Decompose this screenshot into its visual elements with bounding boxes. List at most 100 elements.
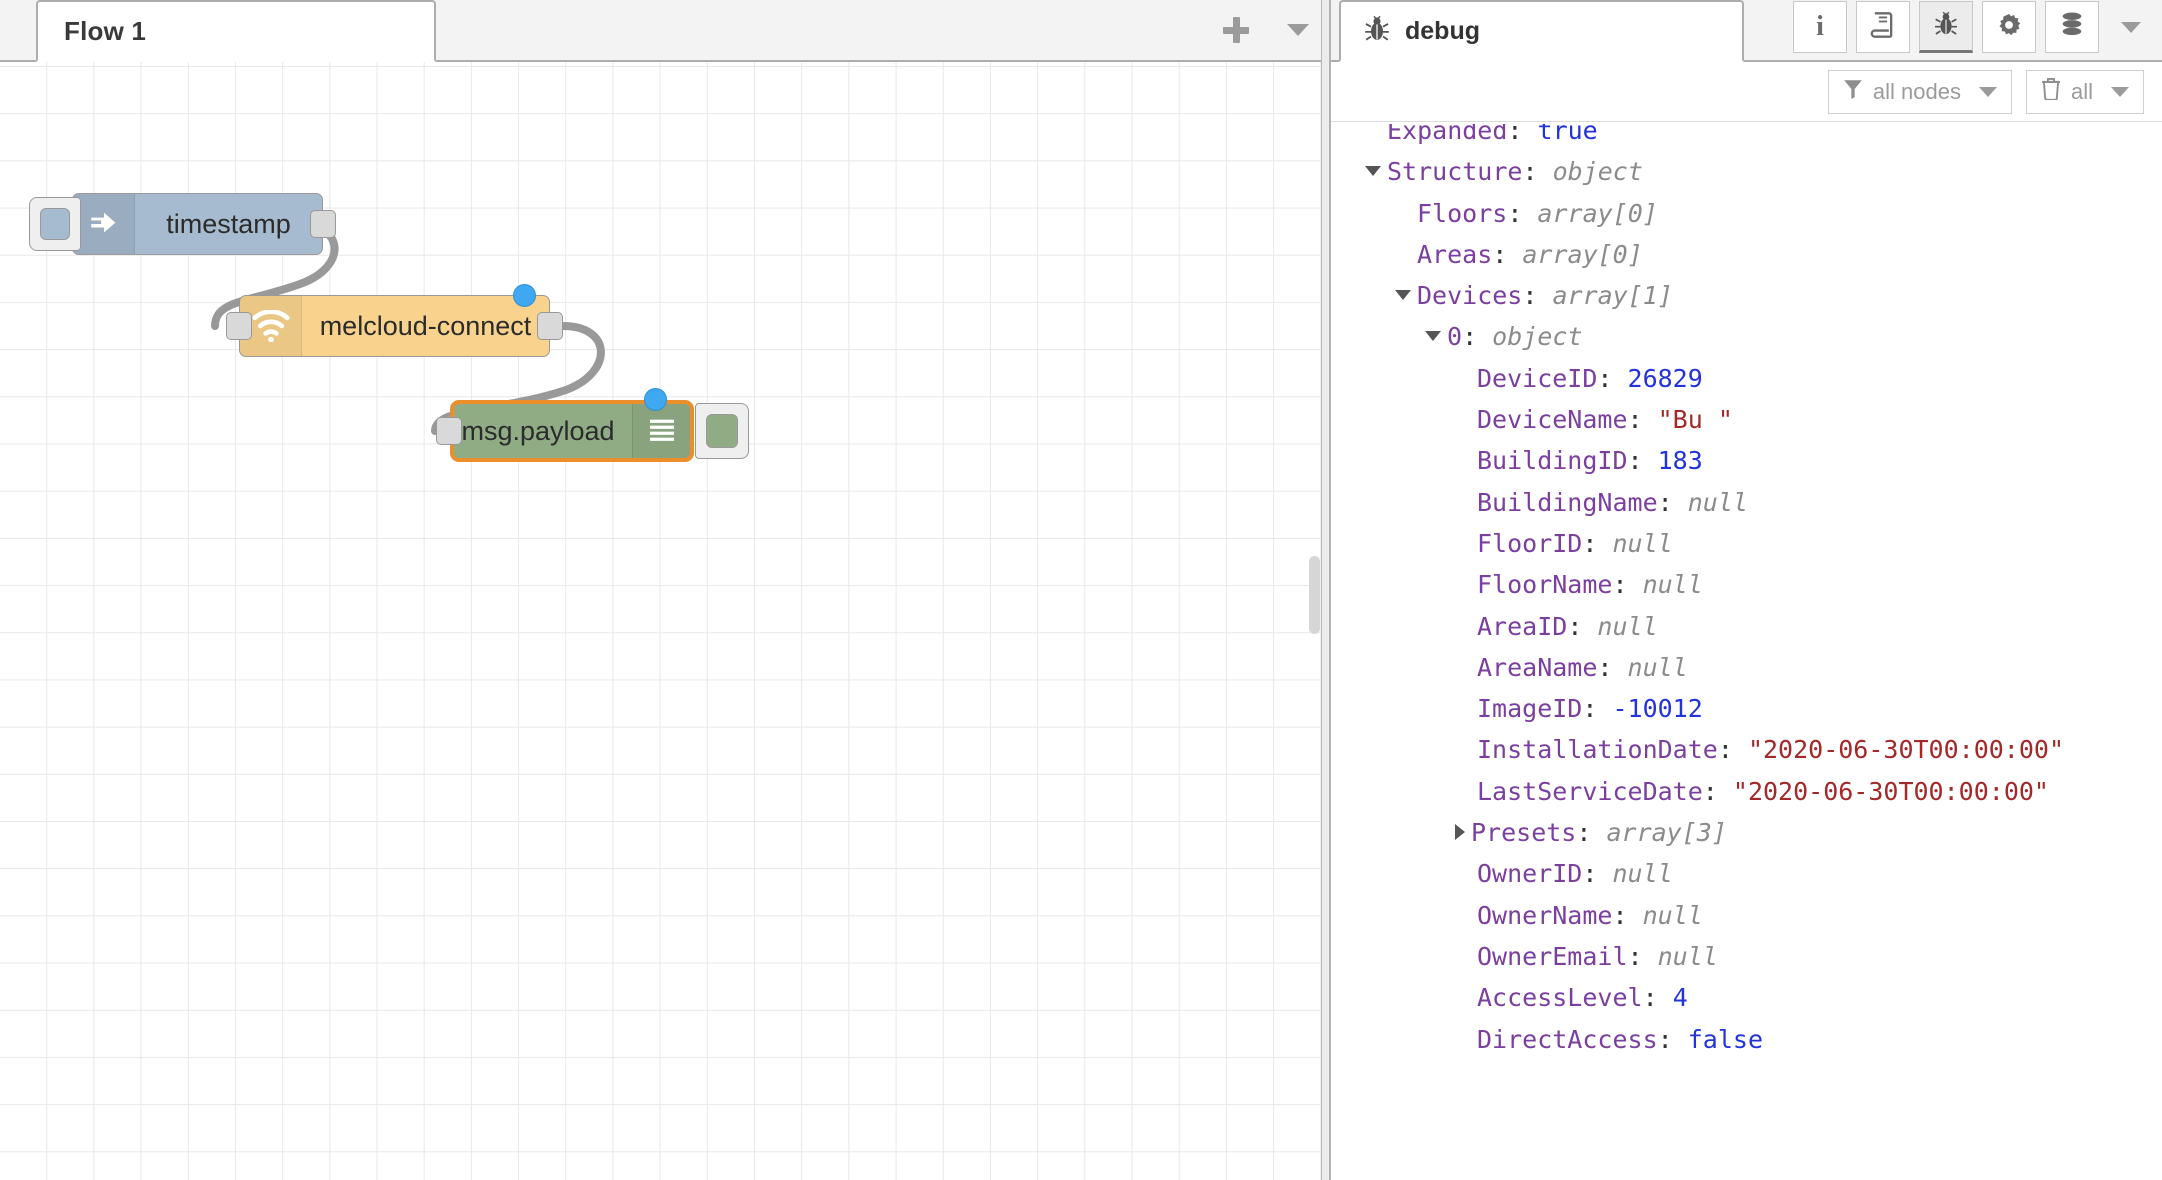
tree-twisty-collapsed[interactable] <box>1455 824 1465 841</box>
debug-key: LastServiceDate <box>1477 776 1703 806</box>
debug-key-separator: : <box>1492 239 1523 269</box>
debug-tree-row[interactable]: AccessLevel: 4 <box>1331 977 2162 1018</box>
debug-value: "2020-06-30T00:00:00" <box>1747 735 2065 765</box>
debug-key-separator: : <box>1507 124 1538 145</box>
debug-tree-row[interactable]: DirectAccess: false <box>1331 1019 2162 1060</box>
tree-twisty-expanded[interactable] <box>1395 290 1411 301</box>
debug-tree-row[interactable]: Floors: array[0] <box>1331 193 2162 234</box>
debug-key: FloorName <box>1477 570 1613 600</box>
debug-key: FloorID <box>1477 528 1583 558</box>
debug-tree-row[interactable]: 0: object <box>1331 316 2162 357</box>
debug-value: null <box>1612 528 1673 558</box>
debug-tree-row[interactable]: DeviceName: "Bu " <box>1331 399 2162 440</box>
sidebar-tool-buttons: i <box>1744 0 2162 60</box>
debug-key: ImageID <box>1477 694 1583 724</box>
status-dot-debug <box>644 388 667 411</box>
debug-tree-row[interactable]: OwnerEmail: null <box>1331 936 2162 977</box>
debug-value: null <box>1642 900 1703 930</box>
debug-tree-row[interactable]: AreaID: null <box>1331 606 2162 647</box>
debug-tree-row[interactable]: Presets: array[3] <box>1331 812 2162 853</box>
debug-key-separator: : <box>1462 322 1493 352</box>
gear-icon <box>1996 12 2022 43</box>
debug-key: DirectAccess <box>1477 1024 1658 1054</box>
debug-key: InstallationDate <box>1477 735 1718 765</box>
debug-value: 183 <box>1657 446 1703 476</box>
port-input-debug[interactable] <box>436 417 462 445</box>
debug-tree-row[interactable]: OwnerID: null <box>1331 853 2162 894</box>
debug-key-separator: : <box>1612 570 1643 600</box>
node-inject-label: timestamp <box>166 208 291 239</box>
sidebar-tool-context[interactable] <box>2045 1 2099 53</box>
port-output-melcloud[interactable] <box>537 312 563 340</box>
arrow-right-icon <box>73 194 135 254</box>
chevron-down-icon <box>1287 24 1309 36</box>
debug-tree-row[interactable]: DeviceID: 26829 <box>1331 358 2162 399</box>
debug-value: false <box>1687 1024 1763 1054</box>
port-input-melcloud[interactable] <box>226 312 252 340</box>
sidebar-panel: debug i all nodes all Expanded: true Str… <box>1329 0 2162 1180</box>
chevron-down-icon <box>2111 86 2129 97</box>
debug-tree-row[interactable]: BuildingName: null <box>1331 482 2162 523</box>
debug-key-separator: : <box>1507 198 1538 228</box>
debug-tree-row[interactable]: FloorName: null <box>1331 564 2162 605</box>
funnel-icon <box>1843 78 1863 106</box>
debug-node-toggle-button[interactable] <box>695 403 749 459</box>
debug-value: true <box>1537 124 1598 145</box>
flow-canvas[interactable]: timestamp melcloud-connect msg.payload <box>0 62 1329 1180</box>
debug-key: AreaID <box>1477 611 1568 641</box>
sidebar-tool-config[interactable] <box>1982 1 2036 53</box>
debug-key: BuildingName <box>1477 487 1658 517</box>
add-flow-button[interactable] <box>1205 0 1267 60</box>
debug-value: null <box>1627 652 1688 682</box>
debug-value: array[1] <box>1552 281 1673 311</box>
port-output-inject[interactable] <box>310 210 336 238</box>
debug-key: Floors <box>1417 198 1508 228</box>
debug-tree-row[interactable]: Structure: object <box>1331 151 2162 192</box>
debug-tree-row[interactable]: ImageID: -10012 <box>1331 688 2162 729</box>
debug-tree-row[interactable]: AreaName: null <box>1331 647 2162 688</box>
sidebar-collapse-button[interactable] <box>2108 1 2154 53</box>
sidebar-tool-library[interactable] <box>1856 1 1910 53</box>
debug-tree-row[interactable]: Devices: array[1] <box>1331 275 2162 316</box>
debug-value: 4 <box>1672 983 1688 1013</box>
sidebar-tool-info[interactable]: i <box>1793 1 1847 53</box>
debug-key-separator: : <box>1627 941 1658 971</box>
debug-tree-row[interactable]: Expanded: true <box>1331 124 2162 151</box>
bug-icon <box>1933 10 1959 43</box>
debug-tree-row[interactable]: InstallationDate: "2020-06-30T00:00:00" <box>1331 729 2162 770</box>
context-database-icon <box>2059 11 2085 44</box>
chevron-down-icon <box>1978 86 1997 97</box>
debug-filter-toolbar: all nodes all <box>1331 62 2162 122</box>
debug-key: 0 <box>1447 322 1463 352</box>
flow-tab-flow-1[interactable]: Flow 1 <box>36 0 436 62</box>
debug-tree-row[interactable]: LastServiceDate: "2020-06-30T00:00:00" <box>1331 771 2162 812</box>
debug-tree-row[interactable]: FloorID: null <box>1331 523 2162 564</box>
debug-key: DeviceName <box>1477 405 1628 435</box>
canvas-vertical-scrollbar-track[interactable] <box>1307 132 1321 1172</box>
status-dot-melcloud <box>513 284 536 307</box>
debug-value: object <box>1552 157 1643 187</box>
trash-icon <box>2041 77 2061 106</box>
debug-key: Structure <box>1387 157 1523 187</box>
debug-tree-row[interactable]: Areas: array[0] <box>1331 234 2162 275</box>
flow-menu-button[interactable] <box>1267 0 1329 60</box>
debug-clear-button[interactable]: all <box>2025 69 2144 114</box>
debug-tree-row[interactable]: BuildingID: 183 <box>1331 440 2162 481</box>
debug-key-separator: : <box>1597 652 1628 682</box>
debug-key-separator: : <box>1717 735 1748 765</box>
debug-message-tree[interactable]: Expanded: true Structure: object Floors: a… <box>1331 124 2162 1180</box>
node-melcloud-connect[interactable]: melcloud-connect <box>239 295 550 357</box>
sidebar-tab-debug[interactable]: debug <box>1339 0 1744 62</box>
inject-node-trigger-button[interactable] <box>29 197 81 251</box>
debug-key-separator: : <box>1567 611 1598 641</box>
canvas-vertical-scrollbar-thumb[interactable] <box>1309 556 1320 634</box>
debug-key: Devices <box>1417 281 1523 311</box>
tree-twisty-expanded[interactable] <box>1425 331 1441 342</box>
debug-node-filter-button[interactable]: all nodes <box>1827 69 2012 114</box>
sidebar-tab-label: debug <box>1405 16 1480 45</box>
flow-tab-bar: Flow 1 <box>0 0 1329 62</box>
node-inject-timestamp[interactable]: timestamp <box>72 193 323 255</box>
tree-twisty-expanded[interactable] <box>1365 166 1381 177</box>
debug-tree-row[interactable]: OwnerName: null <box>1331 895 2162 936</box>
sidebar-tool-debug[interactable] <box>1919 1 1973 53</box>
